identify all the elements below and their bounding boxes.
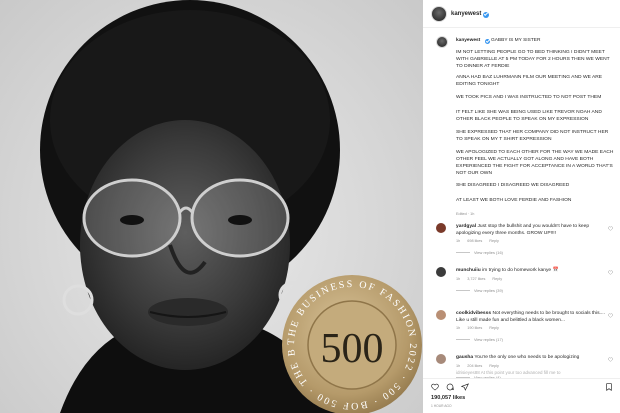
comments-scroll[interactable]: kanyewest GABBY IS MY SISTER IM NOT LETT… [423, 0, 620, 413]
heart-icon[interactable] [431, 383, 439, 391]
comment-reply[interactable]: Reply [489, 326, 499, 330]
caption-meta: Edited · 1h [456, 212, 475, 216]
comment-avatar[interactable] [436, 223, 446, 233]
comment-like-heart-icon[interactable] [608, 357, 613, 362]
caption-paragraph: AT LEAST WE BOTH LOVE FERDIE AND FASHION [456, 198, 572, 203]
comment-time: 1h [456, 239, 461, 243]
comment-likes[interactable]: 698 likes [467, 239, 482, 243]
caption-paragraph: ANNA HAD BAZ LUHRMANN FILM OUR MEETING A… [456, 75, 603, 87]
portrait-image: THE BUSINESS OF FASHION 2022 · 500 · BOF… [0, 0, 422, 413]
comment-body: yardgyal Just stop the bullshit and you … [456, 224, 606, 237]
comment-time: 1h [456, 364, 461, 368]
comment-avatar[interactable] [436, 267, 446, 277]
caption-username[interactable]: kanyewest [456, 38, 480, 43]
post-photo[interactable]: THE BUSINESS OF FASHION 2022 · 500 · BOF… [0, 0, 423, 413]
likes-count[interactable]: 190,057 likes [431, 395, 465, 401]
caption-verified-icon [485, 38, 490, 44]
caption-paragraph: WE APOLOGIZED TO EACH OTHER FOR THE WAY … [456, 150, 614, 176]
post-side-panel: kanyewest kanyewest GABBY IS MY SISTER I… [423, 0, 620, 413]
comment-avatar[interactable] [436, 310, 446, 320]
comment-body: munchuiiu im trying to do homework kanye… [456, 268, 606, 275]
caption-avatar[interactable] [436, 36, 448, 48]
comment-reply[interactable]: Reply [489, 239, 499, 243]
partial-comment: idrisieyes88 At this point your too adva… [456, 370, 561, 375]
comment-like-heart-icon[interactable] [608, 313, 613, 318]
comment-username[interactable]: coolkidvibesss [456, 311, 491, 316]
comment-body: gausha You're the only one who needs to … [456, 355, 606, 362]
comment-meta: 1h 698 likes Reply [456, 239, 506, 243]
share-icon[interactable] [461, 383, 469, 391]
comment-icon[interactable] [446, 383, 454, 391]
view-replies-button[interactable]: View replies (16) [456, 250, 503, 255]
comment-time: 1h [456, 326, 461, 330]
comment-like-heart-icon[interactable] [608, 226, 613, 231]
caption-paragraph: SHE EXPRESSED THAT HER COMPANY DID NOT I… [456, 130, 609, 142]
comment-meta: 1h 204 likes Reply [456, 364, 506, 368]
comment-meta: 1h 3,727 likes Reply [456, 277, 509, 281]
comment-avatar[interactable] [436, 354, 446, 364]
post-actions-bar: 190,057 likes 1 HOUR AGO [423, 378, 620, 413]
bookmark-icon[interactable] [605, 383, 613, 391]
comment-username[interactable]: yardgyal [456, 224, 476, 229]
comment-text: You're the only one who needs to be apol… [474, 355, 580, 360]
badge-number: 500 [321, 326, 384, 372]
comment-username[interactable]: munchuiiu [456, 268, 481, 273]
comment-body: coolkidvibesss Not everything needs to b… [456, 311, 606, 324]
caption-paragraph: WE TOOK PICS AND I WAS INSTRUCTED TO NOT… [456, 95, 602, 100]
caption-title: GABBY IS MY SISTER [491, 38, 541, 43]
comment-likes[interactable]: 3,727 likes [467, 277, 485, 281]
caption-paragraph: SHE DISAGREED I DISAGREED WE DISAGREED [456, 183, 570, 188]
comment-username[interactable]: gausha [456, 355, 473, 360]
comment-likes[interactable]: 204 likes [467, 364, 482, 368]
comment-like-heart-icon[interactable] [608, 270, 613, 275]
caption-paragraph: IT FELT LIKE SHE WAS BEING USED LIKE TRE… [456, 110, 602, 122]
comment-time: 1h [456, 277, 461, 281]
comment-text: im trying to do homework kanye 📅 [482, 268, 559, 273]
view-replies-button[interactable]: View replies (17) [456, 337, 503, 342]
post-time: 1 HOUR AGO [431, 404, 452, 408]
view-replies-button[interactable]: View replies (39) [456, 288, 503, 293]
comment-likes[interactable]: 190 likes [467, 326, 482, 330]
comment-reply[interactable]: Reply [492, 277, 502, 281]
comment-text: Just stop the bullshit and you wouldn't … [456, 224, 590, 236]
comment-reply[interactable]: Reply [489, 364, 499, 368]
comment-meta: 1h 190 likes Reply [456, 326, 506, 330]
caption-paragraph: IM NOT LETTING PEOPLE GO TO BED THINKING… [456, 50, 610, 69]
